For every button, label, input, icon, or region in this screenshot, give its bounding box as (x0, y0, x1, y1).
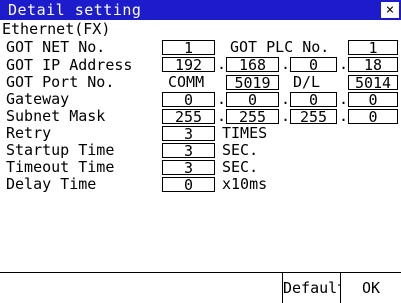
ip-dot: . (339, 107, 349, 125)
ip-dot: . (217, 55, 227, 73)
ok-button[interactable]: OK (340, 273, 401, 303)
delay-time-label: Delay Time (6, 175, 97, 193)
got-ip-label: GOT IP Address (6, 56, 133, 74)
timeout-time-field[interactable]: 3 (162, 160, 215, 176)
got-ip-octet-1[interactable]: 192 (162, 57, 215, 73)
close-icon[interactable]: × (381, 2, 399, 18)
comm-port-label: COMM (168, 73, 205, 91)
gateway-octet-3[interactable]: 0 (290, 92, 337, 108)
got-ip-octet-2[interactable]: 168 (226, 57, 279, 73)
retry-unit: TIMES (222, 124, 268, 142)
ip-dot: . (281, 107, 291, 125)
got-plc-no-field[interactable]: 1 (348, 40, 398, 56)
got-ip-octet-3[interactable]: 0 (290, 57, 337, 73)
retry-field[interactable]: 3 (162, 126, 215, 142)
delay-time-field[interactable]: 0 (162, 177, 215, 193)
got-net-no-field[interactable]: 1 (162, 40, 215, 56)
ip-dot: . (339, 55, 349, 73)
retry-label: Retry (6, 124, 52, 142)
gateway-octet-1[interactable]: 0 (162, 92, 215, 108)
gateway-label: Gateway (6, 90, 70, 108)
got-net-no-label: GOT NET No. (6, 38, 106, 56)
ip-dot: . (217, 90, 227, 108)
delay-time-unit: x10ms (222, 175, 268, 193)
section-heading: Ethernet(FX) (2, 20, 111, 38)
dl-port-field[interactable]: 5014 (348, 75, 398, 91)
startup-time-unit: SEC. (222, 141, 259, 159)
ip-dot: . (339, 90, 349, 108)
default-button[interactable]: Default (282, 273, 346, 303)
startup-time-label: Startup Time (6, 141, 115, 159)
subnet-octet-2[interactable]: 255 (226, 109, 279, 125)
timeout-time-unit: SEC. (222, 158, 259, 176)
timeout-time-label: Timeout Time (6, 158, 115, 176)
subnet-octet-3[interactable]: 255 (290, 109, 337, 125)
gateway-octet-4[interactable]: 0 (348, 92, 398, 108)
got-port-label: GOT Port No. (6, 73, 115, 91)
title-bar: Detail setting × (0, 0, 401, 20)
subnet-octet-4[interactable]: 0 (348, 109, 398, 125)
comm-port-field[interactable]: 5019 (226, 75, 279, 91)
subnet-label: Subnet Mask (6, 107, 106, 125)
got-plc-no-label: GOT PLC No. (230, 38, 330, 56)
got-ip-octet-4[interactable]: 18 (348, 57, 398, 73)
gateway-octet-2[interactable]: 0 (226, 92, 279, 108)
ip-dot: . (281, 55, 291, 73)
ip-dot: . (217, 107, 227, 125)
ip-dot: . (281, 90, 291, 108)
subnet-octet-1[interactable]: 255 (162, 109, 215, 125)
detail-setting-window: Detail setting × Ethernet(FX) GOT NET No… (0, 0, 401, 303)
startup-time-field[interactable]: 3 (162, 143, 215, 159)
dl-port-label: D/L (293, 73, 321, 91)
window-title: Detail setting (8, 1, 142, 19)
